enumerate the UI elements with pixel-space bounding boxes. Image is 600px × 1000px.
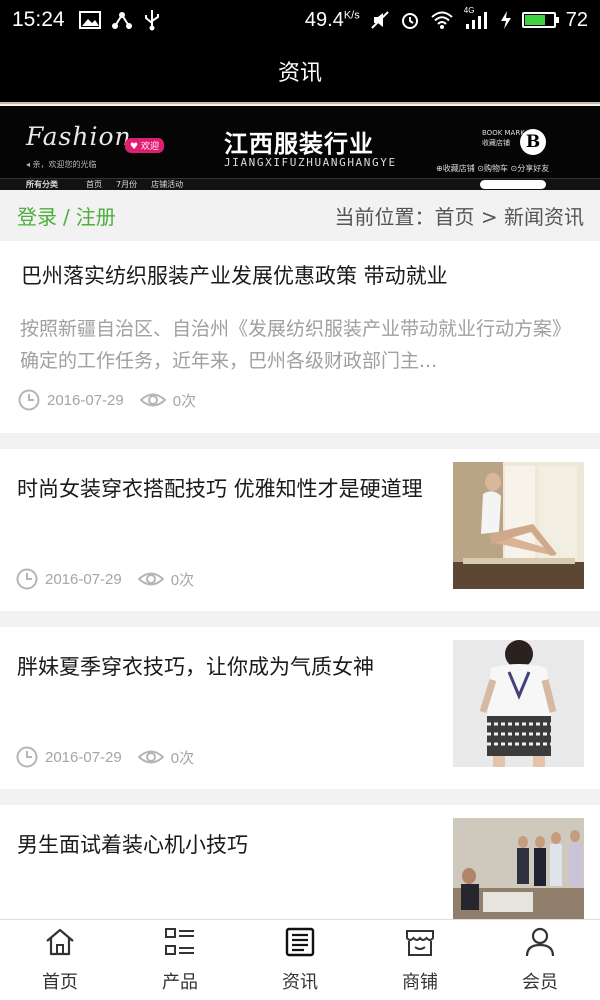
- news-item[interactable]: 巴州落实纺织服装产业发展优惠政策 带动就业 按照新疆自治区、自治州《发展纺织服装…: [0, 241, 600, 433]
- eye-icon: [137, 746, 164, 768]
- page-title: 资讯: [277, 61, 322, 86]
- news-title[interactable]: 男生面试着装心机小技巧: [17, 831, 437, 860]
- nav-home[interactable]: 首页: [0, 920, 120, 1000]
- clock-icon: [16, 568, 38, 590]
- store-icon: [404, 927, 436, 968]
- battery-percent: 72: [565, 8, 588, 31]
- charging-icon: [500, 10, 512, 30]
- bookmark-icon[interactable]: B: [520, 129, 546, 155]
- nav-news-label: 资讯: [282, 971, 318, 993]
- nav-home-label: 首页: [42, 971, 78, 993]
- breadcrumb: 当前位置：首页 > 新闻资讯: [334, 204, 584, 229]
- eye-icon: [139, 389, 166, 411]
- battery-icon: [521, 12, 559, 28]
- clock-icon: [16, 746, 38, 768]
- news-title[interactable]: 巴州落实纺织服装产业发展优惠政策 带动就业: [21, 262, 581, 291]
- banner-nav-item[interactable]: 店铺活动: [151, 179, 183, 190]
- news-views: 0次: [172, 392, 197, 410]
- home-icon: [44, 927, 76, 968]
- news-meta: 2016-07-29 0次: [18, 389, 196, 411]
- bookmark-label: BOOK MARK 收藏店铺: [482, 129, 525, 147]
- auth-links: 登录 / 注册: [17, 201, 116, 230]
- user-icon: [524, 927, 556, 968]
- banner-logo: Fashion: [26, 122, 132, 151]
- banner-search-input[interactable]: [480, 180, 546, 189]
- news-thumbnail[interactable]: [453, 818, 584, 919]
- mute-icon: [370, 10, 390, 30]
- news-date: 2016-07-29: [45, 748, 122, 766]
- banner-top-links[interactable]: ⊕收藏店铺 ⊙购物车 ⊙分享好友: [436, 163, 549, 174]
- auth-separator: /: [63, 204, 70, 229]
- news-summary: 按照新疆自治区、自治州《发展纺织服装产业带动就业行动方案》确定的工作任务，近年来…: [20, 318, 572, 372]
- clock-icon: [18, 389, 40, 411]
- banner-welcome-note: ◂ 亲，欢迎您的光临: [26, 160, 97, 169]
- news-date: 2016-07-29: [45, 570, 122, 588]
- news-views: 0次: [170, 571, 195, 589]
- news-icon: [284, 927, 316, 968]
- news-item[interactable]: 胖妹夏季穿衣技巧，让你成为气质女神 2016-07-29 0次: [0, 627, 600, 789]
- network-speed: 49.4K/s: [304, 8, 360, 31]
- news-meta: 2016-07-29 0次: [16, 568, 194, 590]
- news-date: 2016-07-29: [47, 391, 124, 409]
- banner-site-pinyin: JIANGXIFUZHUANGHANGYE: [224, 156, 397, 169]
- banner-site-title: 江西服装行业: [224, 130, 374, 158]
- login-link[interactable]: 登录: [17, 205, 57, 229]
- location-bar: 登录 / 注册 当前位置：首页 > 新闻资讯: [0, 190, 600, 240]
- news-title[interactable]: 胖妹夏季穿衣技巧，让你成为气质女神: [17, 653, 437, 682]
- banner-logo-badge: ♥ 欢迎: [125, 138, 164, 153]
- news-title[interactable]: 时尚女装穿衣搭配技巧 优雅知性才是硬道理: [17, 475, 427, 504]
- wifi-icon: [430, 10, 454, 30]
- banner-nav-item[interactable]: 7月份: [116, 179, 137, 190]
- news-item[interactable]: 时尚女装穿衣搭配技巧 优雅知性才是硬道理 2016-07-29 0次: [0, 449, 600, 611]
- register-link[interactable]: 注册: [76, 205, 116, 229]
- nav-member[interactable]: 会员: [480, 920, 600, 1000]
- nav-news[interactable]: 资讯: [240, 920, 360, 1000]
- shop-banner[interactable]: Fashion ♥ 欢迎 ◂ 亲，欢迎您的光临 江西服装行业 JIANGXIFU…: [0, 106, 600, 190]
- news-views: 0次: [170, 749, 195, 767]
- image-icon: [78, 11, 101, 29]
- nav-products[interactable]: 产品: [120, 920, 240, 1000]
- grid-list-icon: [164, 927, 196, 968]
- status-bar: 15:24 49.4K/s 4G 72: [0, 0, 600, 40]
- eye-icon: [137, 568, 164, 590]
- nav-store-label: 商铺: [402, 971, 438, 993]
- alarm-icon: [400, 10, 420, 30]
- nav-store[interactable]: 商铺: [360, 920, 480, 1000]
- share-icon: [111, 10, 133, 30]
- status-time: 15:24: [12, 8, 65, 31]
- nav-member-label: 会员: [522, 971, 558, 993]
- news-thumbnail[interactable]: [453, 640, 584, 767]
- news-meta: 2016-07-29 0次: [16, 746, 194, 768]
- usb-icon: [143, 9, 161, 31]
- signal-icon: 4G: [464, 6, 490, 30]
- nav-products-label: 产品: [162, 971, 198, 993]
- bottom-nav: 首页 产品 资讯 商铺 会员: [0, 919, 600, 1000]
- banner-nav-item[interactable]: 所有分类: [26, 179, 58, 190]
- banner-nav-item[interactable]: 首页: [86, 179, 102, 190]
- news-thumbnail[interactable]: [453, 462, 584, 589]
- page-title-bar: 资讯: [0, 40, 600, 104]
- news-item[interactable]: 男生面试着装心机小技巧: [0, 805, 600, 919]
